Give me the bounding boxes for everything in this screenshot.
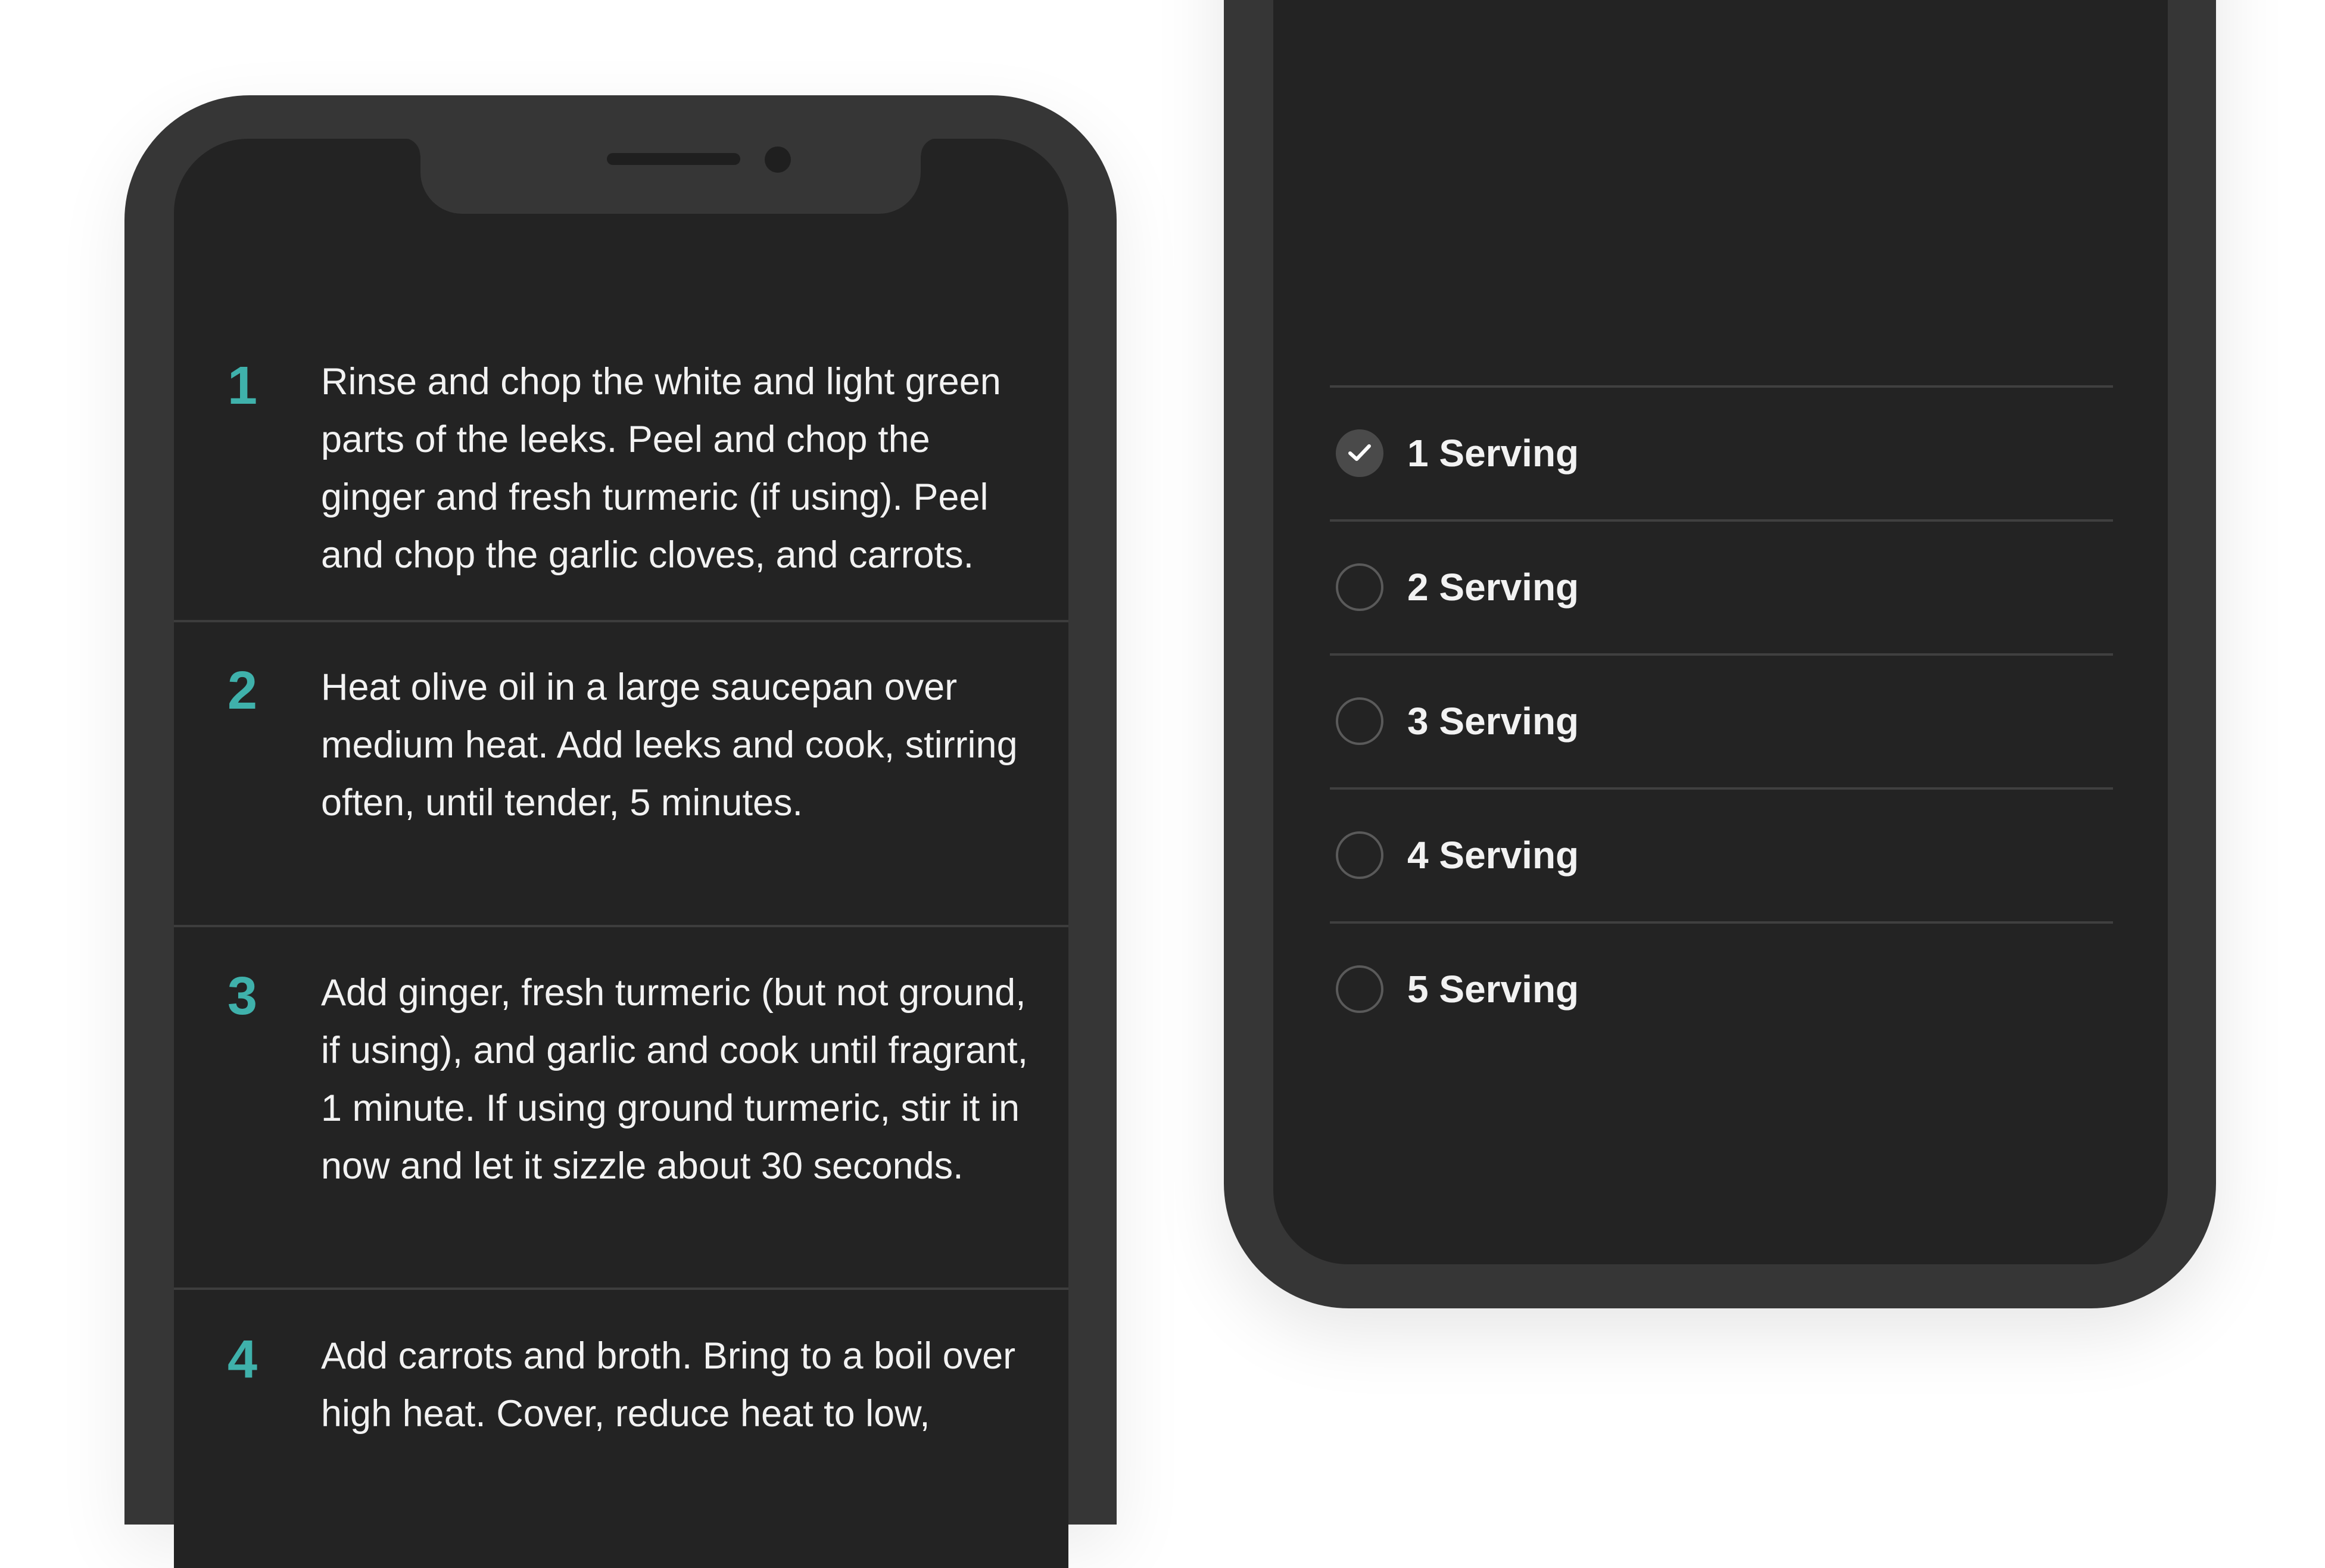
radio-empty-icon[interactable] [1336, 697, 1383, 745]
step-number: 4 [227, 1330, 258, 1389]
step-number: 2 [227, 661, 258, 721]
step-text: Add ginger, fresh turmeric (but not grou… [321, 972, 1029, 1187]
step-text: Heat olive oil in a large saucepan over … [321, 666, 1018, 824]
radio-empty-icon[interactable] [1336, 831, 1383, 879]
serving-label: 3 Serving [1407, 700, 1579, 743]
serving-label: 5 Serving [1407, 968, 1579, 1011]
serving-option-3[interactable]: 3 Serving [1330, 653, 2113, 787]
serving-option-4[interactable]: 4 Serving [1330, 787, 2113, 921]
check-icon[interactable] [1336, 429, 1383, 477]
step-number: 1 [227, 356, 258, 416]
serving-option-1[interactable]: 1 Serving [1330, 385, 2113, 519]
serving-options-list: 1 Serving 2 Serving 3 Serving 4 Serving … [1330, 385, 2113, 1055]
speaker-grille [607, 153, 740, 165]
phone-frame-left: 1 Rinse and chop the white and light gre… [124, 95, 1117, 1568]
step-text: Rinse and chop the white and light green… [321, 361, 1001, 576]
phone-frame-right: 1 Serving 2 Serving 3 Serving 4 Serving … [1224, 0, 2216, 1308]
serving-label: 2 Serving [1407, 566, 1579, 609]
step-divider [174, 925, 1068, 927]
radio-empty-icon[interactable] [1336, 965, 1383, 1013]
front-camera [765, 146, 791, 173]
radio-empty-icon[interactable] [1336, 563, 1383, 611]
step-text: Add carrots and broth. Bring to a boil o… [321, 1335, 1016, 1435]
serving-label: 1 Serving [1407, 432, 1579, 475]
recipe-steps-screen: 1 Rinse and chop the white and light gre… [174, 139, 1068, 1568]
serving-label: 4 Serving [1407, 834, 1579, 877]
serving-option-5[interactable]: 5 Serving [1330, 921, 2113, 1055]
step-number: 3 [227, 967, 258, 1026]
serving-option-2[interactable]: 2 Serving [1330, 519, 2113, 653]
serving-selector-screen: 1 Serving 2 Serving 3 Serving 4 Serving … [1273, 0, 2168, 1264]
step-divider [174, 620, 1068, 622]
step-divider [174, 1288, 1068, 1290]
phone-notch [403, 139, 939, 214]
